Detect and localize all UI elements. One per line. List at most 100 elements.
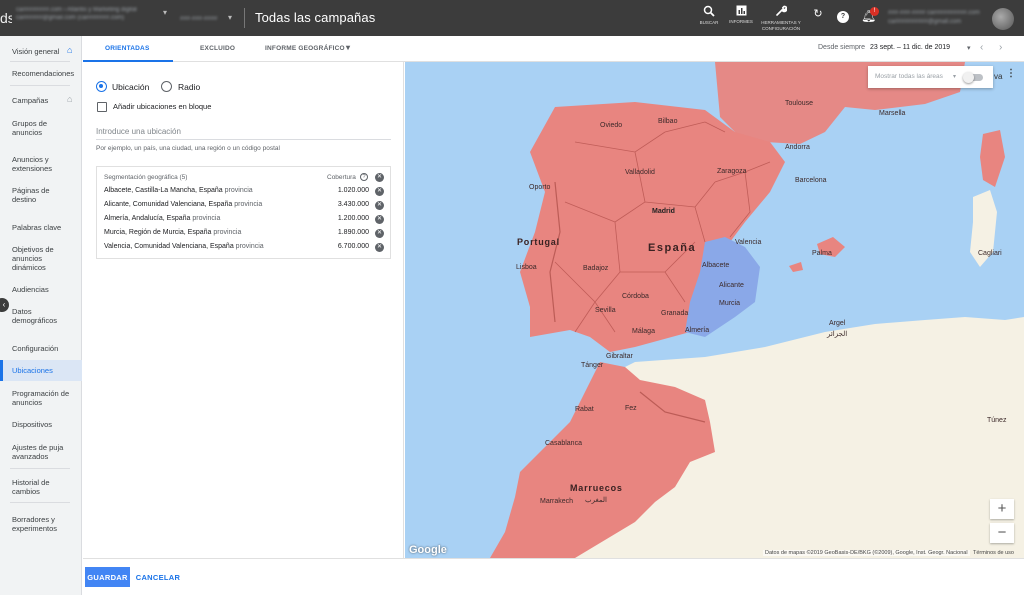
map-label-barcelona: Barcelona xyxy=(795,177,827,184)
sidebar-item-drafts-experiments[interactable]: Borradores y experimentos xyxy=(0,515,70,533)
refresh-icon[interactable]: ↻ xyxy=(812,9,824,21)
sidebar-item-ad-schedule[interactable]: Programación de anuncios xyxy=(0,389,72,407)
user-info[interactable]: ###-###-#### ca##########.com ca########… xyxy=(888,9,980,27)
map[interactable]: España Portugal Marruecos المغرب Madrid … xyxy=(405,62,1024,558)
remove-all-icon[interactable]: ✕ xyxy=(375,173,384,182)
targeted-locations-table: Segmentación geográfica (5) Cobertura ? … xyxy=(96,166,391,259)
ibiza-shape xyxy=(789,262,803,272)
radius-radio[interactable] xyxy=(161,81,172,92)
table-row: Alicante, Comunidad Valenciana, España p… xyxy=(97,199,392,212)
map-terms-link[interactable]: Términos de uso xyxy=(973,550,1014,556)
map-label-tanger: Tánger xyxy=(581,362,604,369)
reports-icon xyxy=(727,5,755,19)
cancel-button[interactable]: CANCELAR xyxy=(133,567,183,587)
sidebar-item-demographics[interactable]: Datos demográficos xyxy=(0,307,70,325)
table-row: Valencia, Comunidad Valenciana, España p… xyxy=(97,241,392,254)
sidebar-item-label: Palabras clave xyxy=(12,223,62,232)
date-range-label[interactable]: Desde siempre xyxy=(818,44,865,51)
sidebar-item-label: Datos demográficos xyxy=(12,307,58,325)
bulk-locations-checkbox[interactable] xyxy=(97,102,107,112)
search-icon xyxy=(697,5,721,20)
bulk-locations-label[interactable]: Añadir ubicaciones en bloque xyxy=(113,102,211,111)
reports-button[interactable]: INFORMES xyxy=(727,5,755,25)
location-reach: 1.200.000 xyxy=(337,215,369,222)
map-label-palma: Palma xyxy=(812,250,832,257)
remove-location-icon[interactable]: ✕ xyxy=(375,201,384,210)
campaign-chevron-icon[interactable]: ▾ xyxy=(228,13,232,22)
sidebar-divider xyxy=(10,502,70,503)
date-range[interactable]: 23 sept. – 11 dic. de 2019 xyxy=(870,44,950,51)
account-email: ca######@gmail.com (ca#######.com) xyxy=(16,15,125,21)
sidebar-item-audiences[interactable]: Audiencias xyxy=(0,285,82,294)
reports-label: INFORMES xyxy=(729,19,753,24)
chevron-down-icon[interactable]: ▾ xyxy=(953,73,956,80)
show-all-areas-toggle[interactable] xyxy=(963,72,983,83)
help-icon[interactable]: ? xyxy=(360,173,368,181)
tools-button[interactable]: HERRAMIENTAS Y CONFIGURACIÓN xyxy=(760,5,802,32)
sidebar-item-devices[interactable]: Dispositivos xyxy=(0,420,82,429)
wrench-icon xyxy=(760,5,802,20)
location-search-input[interactable] xyxy=(96,124,391,140)
map-label-casablanca: Casablanca xyxy=(545,440,582,447)
date-prev-icon[interactable]: ‹ xyxy=(980,42,983,53)
location-reach: 3.430.000 xyxy=(337,201,369,208)
remove-location-icon[interactable]: ✕ xyxy=(375,215,384,224)
map-overflow-text: va xyxy=(994,72,1003,81)
sidebar-item-keywords[interactable]: Palabras clave xyxy=(0,223,82,232)
table-row: Almería, Andalucía, España provincia 1.2… xyxy=(97,213,392,226)
map-label-morocco: Marruecos xyxy=(570,483,623,493)
sidebar-item-landing-pages[interactable]: Páginas de destino xyxy=(0,186,70,204)
sidebar-item-advanced-bid-adj[interactable]: Ajustes de puja avanzados xyxy=(0,443,70,461)
zoom-in-button[interactable]: + xyxy=(990,499,1014,519)
tab-targeted[interactable]: ORIENTADAS xyxy=(105,45,150,52)
chevron-down-icon[interactable]: ▾ xyxy=(346,43,350,52)
topbar-divider xyxy=(244,8,245,28)
location-radio[interactable] xyxy=(96,81,107,92)
map-shapes xyxy=(490,62,1024,558)
location-name: Almería, Andalucía, España provincia xyxy=(104,215,221,222)
location-radio-label[interactable]: Ubicación xyxy=(112,82,149,92)
save-button[interactable]: GUARDAR xyxy=(85,567,130,587)
location-name: Alicante, Comunidad Valenciana, España p… xyxy=(104,201,263,208)
remove-location-icon[interactable]: ✕ xyxy=(375,187,384,196)
tab-geo-report[interactable]: INFORME GEOGRÁFICO xyxy=(265,45,345,52)
account-selector[interactable]: ca########.com › Atlantis y Marketing di… xyxy=(16,6,166,22)
google-ads-logo[interactable]: ds xyxy=(0,10,12,26)
remove-location-icon[interactable]: ✕ xyxy=(375,243,384,252)
sidebar-item-recommendations[interactable]: Recomendaciones xyxy=(0,69,82,78)
top-bar: ds ca########.com › Atlantis y Marketing… xyxy=(0,0,1024,36)
google-logo: Google xyxy=(409,544,447,556)
sidebar-item-change-history[interactable]: Historial de cambios xyxy=(0,478,64,496)
search-button[interactable]: BUSCAR xyxy=(697,5,721,26)
date-next-icon[interactable]: › xyxy=(999,42,1002,53)
avatar[interactable] xyxy=(992,8,1014,30)
help-icon[interactable]: ? xyxy=(837,11,849,23)
map-label-spain: España xyxy=(648,242,697,254)
sidebar-item-label: Objetivos de anuncios dinámicos xyxy=(12,245,54,272)
remove-location-icon[interactable]: ✕ xyxy=(375,229,384,238)
location-name: Murcia, Región de Murcia, España provinc… xyxy=(104,229,242,236)
sidebar-divider xyxy=(10,61,70,62)
sidebar-item-ad-groups[interactable]: Grupos de anuncios xyxy=(0,119,70,137)
sidebar-item-ads-extensions[interactable]: Anuncios y extensiones xyxy=(0,155,70,173)
map-label-cagliari: Cagliari xyxy=(978,250,1002,257)
home-icon[interactable]: ⌂ xyxy=(67,94,72,104)
sidebar-item-settings[interactable]: Configuración xyxy=(0,344,82,353)
sidebar-item-locations[interactable]: Ubicaciones xyxy=(0,360,82,381)
map-label-cordoba: Córdoba xyxy=(622,293,649,300)
tab-excluded[interactable]: EXCLUIDO xyxy=(200,45,235,52)
sidebar-item-dynamic-ad-targets[interactable]: Objetivos de anuncios dinámicos xyxy=(0,245,70,272)
more-options-icon[interactable]: ⋮ xyxy=(1006,68,1016,79)
map-label-morocco-ar: المغرب xyxy=(585,497,607,504)
show-all-areas-control[interactable]: Mostrar todas las áreas ▾ xyxy=(868,66,993,88)
map-label-argel-ar: الجزائر xyxy=(827,331,848,338)
home-icon[interactable]: ⌂ xyxy=(67,45,72,55)
radius-radio-label[interactable]: Radio xyxy=(178,82,200,92)
date-dropdown-icon[interactable]: ▾ xyxy=(967,44,971,52)
account-chevron-icon[interactable]: ▾ xyxy=(163,8,167,17)
map-label-tunez: Túnez xyxy=(987,417,1007,424)
sidebar-item-label: Programación de anuncios xyxy=(12,389,70,407)
location-reach: 6.700.000 xyxy=(337,243,369,250)
sidebar-item-label: Borradores y experimentos xyxy=(12,515,58,533)
zoom-out-button[interactable]: − xyxy=(990,523,1014,543)
